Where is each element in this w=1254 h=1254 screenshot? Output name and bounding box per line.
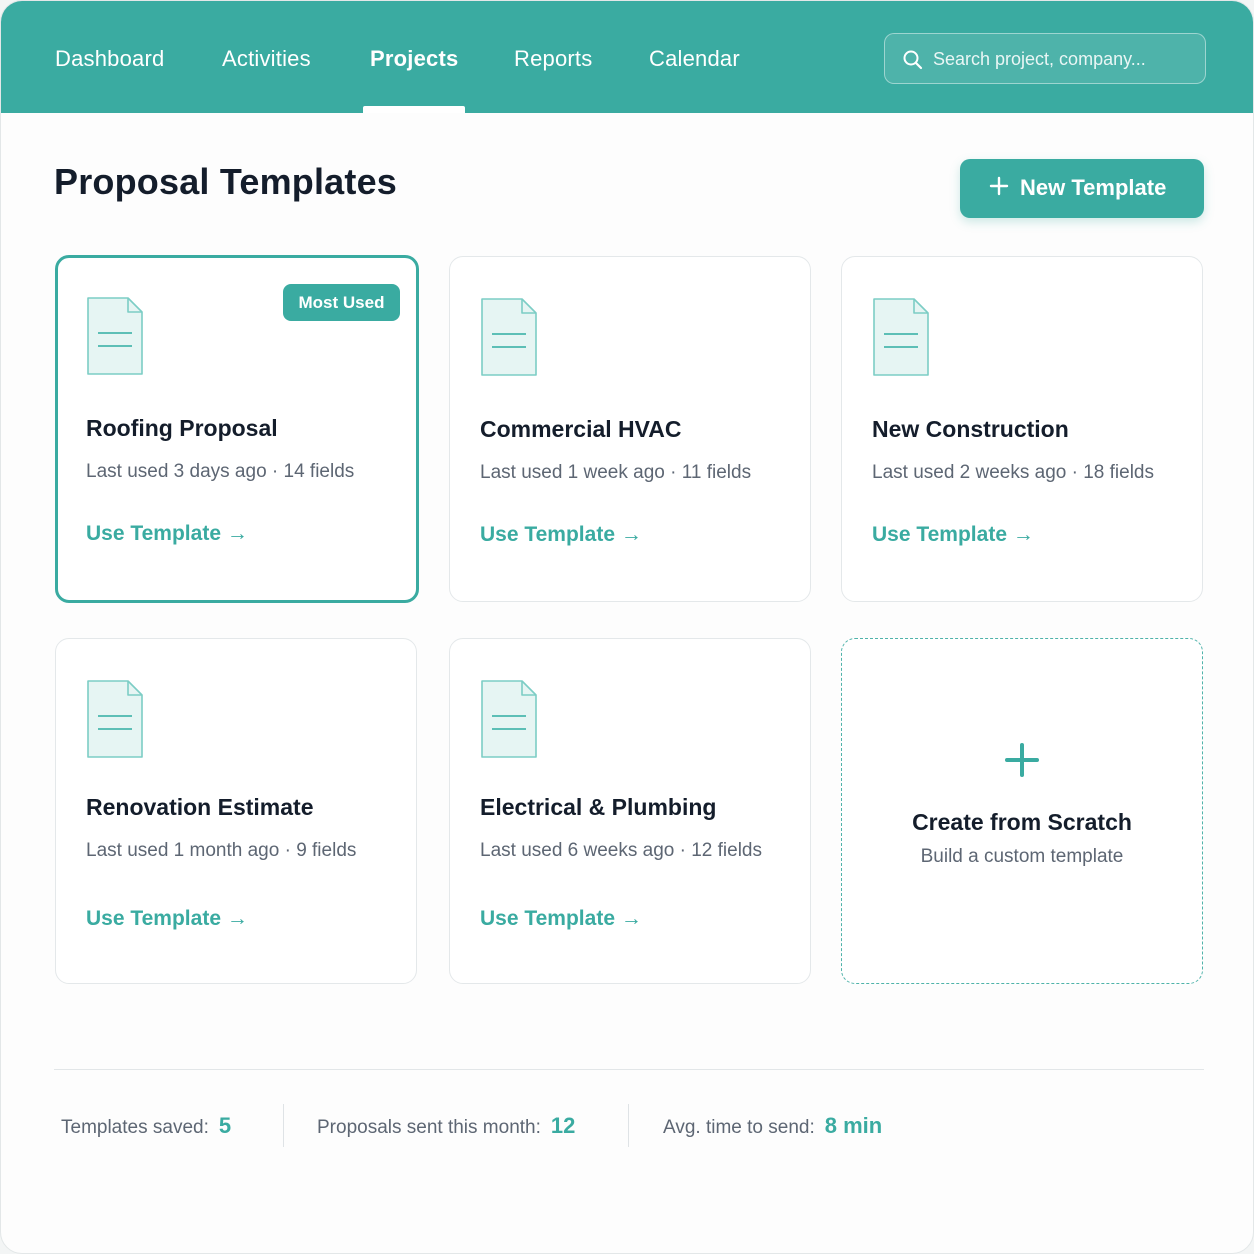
search-box[interactable]	[884, 33, 1206, 84]
use-template-link[interactable]: Use Template →	[480, 907, 642, 931]
stat-label: Proposals sent this month:	[317, 1117, 541, 1138]
stat-separator	[283, 1104, 284, 1147]
stat-avg-time: Avg. time to send: 8 min	[663, 1113, 882, 1139]
template-card-roofing[interactable]: Most Used Roofing Proposal Last used 3 d…	[55, 255, 419, 603]
document-icon	[87, 680, 143, 758]
template-meta: Last used 3 days ago · 14 fields	[86, 461, 355, 482]
most-used-badge: Most Used	[283, 284, 400, 321]
use-template-link[interactable]: Use Template →	[86, 907, 248, 931]
use-template-link[interactable]: Use Template →	[480, 523, 642, 547]
app-frame: Dashboard Activities Projects Reports Ca…	[0, 0, 1254, 1254]
template-title: Electrical & Plumbing	[480, 794, 717, 820]
stat-label: Avg. time to send:	[663, 1117, 815, 1138]
search-icon	[903, 50, 923, 70]
document-icon	[481, 680, 537, 758]
template-meta: Last used 6 weeks ago · 12 fields	[480, 840, 763, 861]
search-input[interactable]	[933, 44, 1193, 74]
stat-templates-saved: Templates saved: 5	[61, 1113, 231, 1139]
template-title: Renovation Estimate	[86, 794, 314, 820]
nav-activities[interactable]: Activities	[222, 1, 311, 113]
scratch-title: Create from Scratch	[912, 809, 1132, 835]
template-card-electrical-plumbing[interactable]: Electrical & Plumbing Last used 6 weeks …	[449, 638, 811, 984]
create-from-scratch-card[interactable]: Create from Scratch Build a custom templ…	[841, 638, 1203, 984]
template-meta: Last used 1 month ago · 9 fields	[86, 840, 357, 861]
stat-proposals-sent: Proposals sent this month: 12	[317, 1113, 575, 1139]
template-meta: Last used 1 week ago · 11 fields	[480, 462, 752, 483]
scratch-subtitle: Build a custom template	[920, 846, 1124, 867]
document-icon	[481, 298, 537, 376]
stat-value: 8 min	[824, 1113, 883, 1138]
document-icon	[873, 298, 929, 376]
template-card-hvac[interactable]: Commercial HVAC Last used 1 week ago · 1…	[449, 256, 811, 602]
new-template-button[interactable]: New Template	[960, 159, 1204, 218]
new-template-label: New Template	[1020, 175, 1167, 200]
template-card-new-construction[interactable]: New Construction Last used 2 weeks ago ·…	[841, 256, 1203, 602]
template-title: Commercial HVAC	[480, 416, 682, 442]
plus-icon	[989, 176, 1009, 196]
template-title: Roofing Proposal	[86, 415, 278, 441]
plus-icon	[1005, 743, 1039, 777]
template-meta: Last used 2 weeks ago · 18 fields	[872, 462, 1155, 483]
document-icon	[87, 297, 143, 375]
page-title: Proposal Templates	[54, 161, 398, 202]
nav-calendar[interactable]: Calendar	[649, 1, 740, 113]
nav-projects[interactable]: Projects	[370, 1, 458, 113]
use-template-link[interactable]: Use Template →	[86, 522, 248, 546]
footer-divider	[54, 1069, 1204, 1070]
use-template-link[interactable]: Use Template →	[872, 523, 1034, 547]
stat-value: 12	[550, 1113, 576, 1138]
stat-separator	[628, 1104, 629, 1147]
template-title: New Construction	[872, 416, 1069, 442]
template-card-renovation[interactable]: Renovation Estimate Last used 1 month ag…	[55, 638, 417, 984]
top-nav: Dashboard Activities Projects Reports Ca…	[1, 1, 1253, 113]
nav-reports[interactable]: Reports	[514, 1, 592, 113]
active-tab-indicator	[363, 106, 465, 113]
stat-label: Templates saved:	[61, 1117, 209, 1138]
stat-value: 5	[218, 1113, 232, 1138]
nav-dashboard[interactable]: Dashboard	[55, 1, 164, 113]
